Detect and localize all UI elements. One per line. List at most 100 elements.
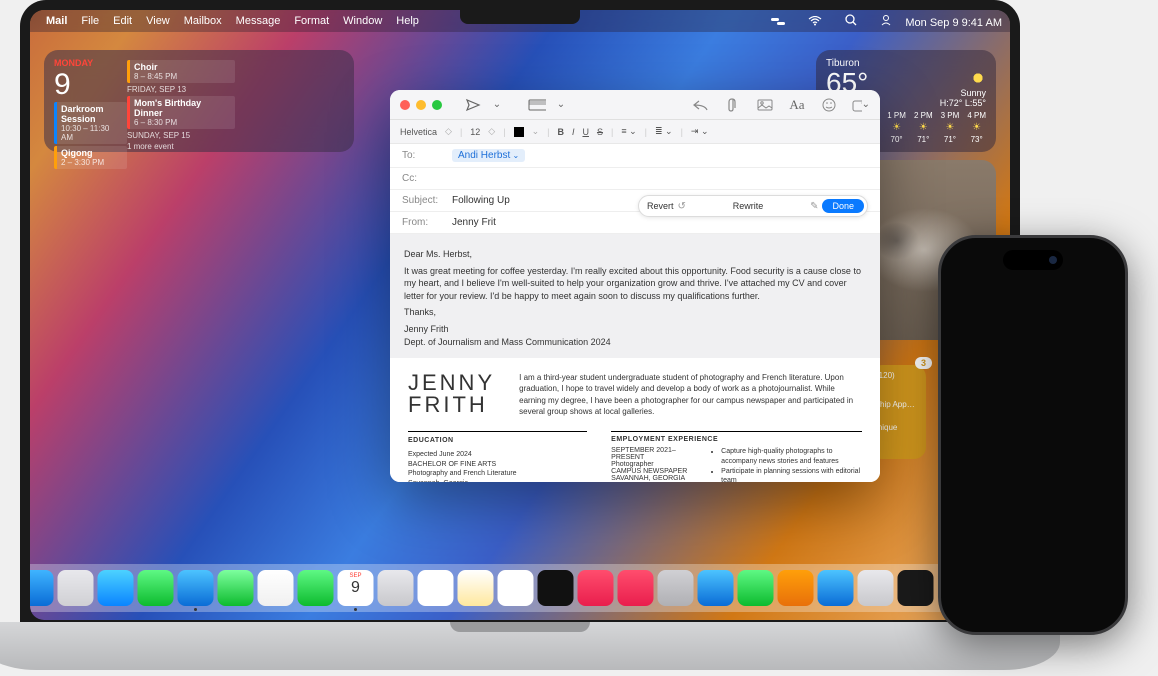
desktop: Mail File Edit View Mailbox Message Format Win… [30, 10, 1010, 620]
text-color-icon[interactable] [514, 127, 524, 137]
menu-file[interactable]: File [81, 15, 99, 27]
dock-settings[interactable] [858, 570, 894, 606]
email-body[interactable]: Dear Ms. Herbst, It was great meeting fo… [390, 234, 880, 358]
chevron-down-icon[interactable]: ⌄ [488, 96, 506, 114]
calendar-event[interactable]: Mom's Birthday Dinner6 – 8:30 PM [127, 96, 236, 129]
dock: SEP9 [30, 564, 1010, 612]
weather-hour: 2 PM☀71° [914, 111, 933, 144]
indent-icon[interactable]: ⇥ ⌄ [691, 126, 709, 137]
stack-badge: 3 [915, 357, 932, 369]
mail-compose-window: ⌄ ⌄ Aa ⌄ Helvetica◇ | [390, 90, 880, 482]
users-icon[interactable] [870, 14, 892, 26]
align-icon[interactable]: ≡ ⌄ [621, 126, 636, 137]
menu-edit[interactable]: Edit [113, 15, 132, 27]
calendar-day-label: MONDAY [54, 58, 127, 68]
dock-passwords[interactable] [658, 570, 694, 606]
font-size[interactable]: 12 [470, 127, 480, 137]
dock-iphone-mirroring[interactable] [898, 570, 934, 606]
calendar-event[interactable]: Darkroom Session10:30 – 11:30 AM [54, 102, 127, 144]
dock-pages[interactable] [818, 570, 854, 606]
recipient-tag[interactable]: Andi Herbst [452, 149, 525, 162]
dock-calendar[interactable]: SEP9 [338, 570, 374, 606]
send-icon[interactable] [464, 96, 482, 114]
weather-hilo: H:72° L:55° [940, 98, 986, 108]
dock-numbers[interactable] [738, 570, 774, 606]
list-icon[interactable]: ≣ ⌄ [655, 126, 673, 137]
dock-keynote[interactable] [778, 570, 814, 606]
rewrite-button[interactable]: Rewrite [690, 201, 806, 211]
writing-tools-bar: Revert ↺ Rewrite ✎ Done [638, 195, 868, 217]
dock-contacts[interactable] [378, 570, 414, 606]
macbook: Mail File Edit View Mailbox Message Format Win… [20, 0, 1020, 670]
spotlight-icon[interactable] [835, 14, 857, 26]
menu-window[interactable]: Window [343, 15, 382, 27]
menu-help[interactable]: Help [396, 15, 419, 27]
menu-format[interactable]: Format [294, 15, 329, 27]
app-menu[interactable]: Mail [46, 15, 67, 27]
dock-notes[interactable] [458, 570, 494, 606]
dock-photos[interactable] [258, 570, 294, 606]
dock-mail[interactable] [178, 570, 214, 606]
resume-first-name: JENNY [408, 372, 495, 394]
dock-facetime[interactable] [298, 570, 334, 606]
dock-maps[interactable] [218, 570, 254, 606]
ai-icon[interactable]: ⌄ [852, 96, 870, 114]
resume-attachment: JENNY FRITH I am a third-year student un… [390, 358, 880, 482]
format-icon[interactable]: Aa [788, 96, 806, 114]
menu-mailbox[interactable]: Mailbox [184, 15, 222, 27]
dock-freeform[interactable] [498, 570, 534, 606]
font-picker[interactable]: Helvetica [400, 127, 437, 137]
weather-hour: 1 PM☀70° [887, 111, 906, 144]
revert-icon: ↺ [674, 201, 690, 212]
laptop-frame: Mail File Edit View Mailbox Message Format Win… [20, 0, 1020, 630]
notch [460, 10, 580, 24]
revert-button[interactable]: Revert [647, 201, 674, 211]
menu-message[interactable]: Message [236, 15, 281, 27]
rewrite-icon: ✎ [806, 201, 822, 212]
italic-icon[interactable]: I [572, 127, 575, 137]
format-bar: Helvetica◇ | 12◇ | ⌄ | B I U S | ≡ ⌄ | ≣… [390, 120, 880, 144]
reply-icon[interactable] [692, 96, 710, 114]
dock-safari[interactable] [98, 570, 134, 606]
calendar-day-number: 9 [54, 70, 127, 100]
emoji-icon[interactable] [820, 96, 838, 114]
dock-launchpad[interactable] [58, 570, 94, 606]
done-button[interactable]: Done [822, 199, 864, 213]
window-titlebar[interactable]: ⌄ ⌄ Aa ⌄ [390, 90, 880, 120]
calendar-widget[interactable]: MONDAY 9 Darkroom Session10:30 – 11:30 A… [44, 50, 354, 152]
dock-messages[interactable] [138, 570, 174, 606]
subject-value: Following Up [452, 195, 510, 206]
dock-news[interactable] [618, 570, 654, 606]
dock-finder[interactable] [30, 570, 54, 606]
attach-icon[interactable] [724, 96, 742, 114]
minimize-button[interactable] [416, 100, 426, 110]
dock-tv[interactable] [538, 570, 574, 606]
to-field[interactable]: To: Andi Herbst [390, 144, 880, 168]
resume-last-name: FRITH [408, 394, 495, 416]
dock-appstore[interactable] [698, 570, 734, 606]
clock[interactable]: Mon Sep 9 9:41 AM [905, 17, 1002, 29]
menubar-right: Mon Sep 9 9:41 AM [751, 14, 1002, 29]
close-button[interactable] [400, 100, 410, 110]
iphone-device [938, 235, 1128, 635]
bold-icon[interactable]: B [557, 127, 564, 137]
menu-view[interactable]: View [146, 15, 170, 27]
strike-icon[interactable]: S [597, 127, 603, 137]
calendar-event[interactable]: Choir8 – 8:45 PM [127, 60, 236, 83]
dock-reminders[interactable] [418, 570, 454, 606]
weather-condition: Sunny [940, 88, 986, 98]
weather-hour: 3 PM☀71° [941, 111, 960, 144]
sun-icon [970, 70, 986, 86]
cc-field[interactable]: Cc: [390, 168, 880, 190]
dock-music[interactable] [578, 570, 614, 606]
photo-icon[interactable] [756, 96, 774, 114]
laptop-base [0, 622, 1060, 670]
calendar-event[interactable]: Qigong2 – 3:30 PM [54, 146, 127, 169]
chevron-down-icon[interactable]: ⌄ [552, 96, 570, 114]
weather-hour: 4 PM☀73° [967, 111, 986, 144]
wifi-icon[interactable] [798, 16, 822, 26]
zoom-button[interactable] [432, 100, 442, 110]
control-center-icon[interactable] [761, 16, 785, 26]
underline-icon[interactable]: U [582, 127, 589, 137]
header-fields-icon[interactable] [528, 96, 546, 114]
